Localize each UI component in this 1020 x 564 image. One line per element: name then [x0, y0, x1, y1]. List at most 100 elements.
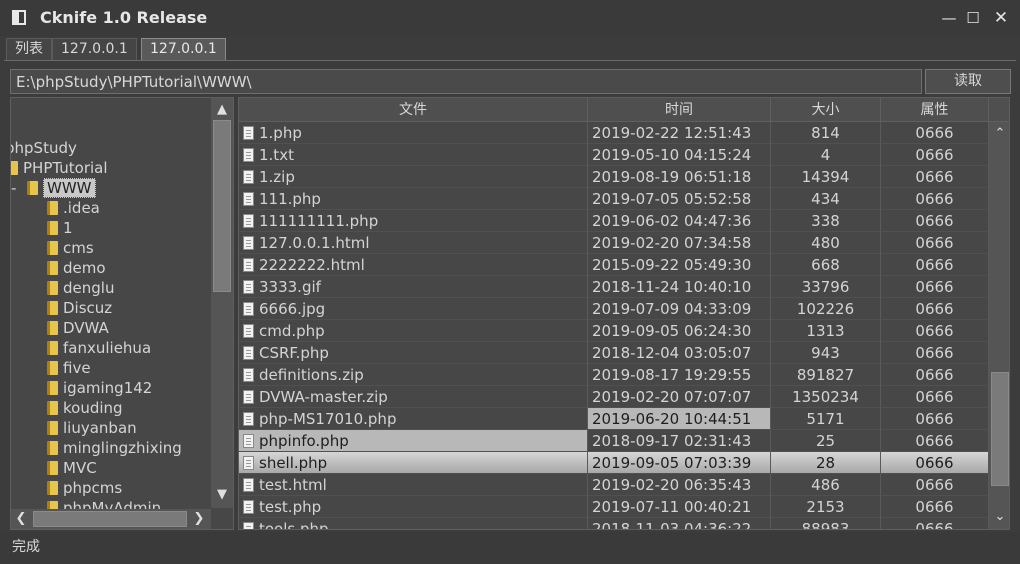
file-name-cell[interactable]: 1.php [239, 122, 588, 144]
column-header-size[interactable]: 大小 [771, 98, 881, 122]
tree-horizontal-scrollbar[interactable]: ❮ ❯ [11, 509, 211, 529]
file-time-cell[interactable]: 2018-09-17 02:31:43 [588, 430, 771, 452]
file-name-cell[interactable]: 1.txt [239, 144, 588, 166]
file-name-cell[interactable]: CSRF.php [239, 342, 588, 364]
file-name-cell[interactable]: 1.zip [239, 166, 588, 188]
file-time-cell[interactable]: 2018-12-04 03:05:07 [588, 342, 771, 364]
collapse-icon[interactable]: - [11, 178, 27, 198]
file-size-cell[interactable]: 28 [771, 452, 881, 474]
file-size-cell[interactable]: 943 [771, 342, 881, 364]
scroll-left-icon[interactable]: ❮ [11, 509, 31, 529]
tree-item[interactable]: liuyanban [47, 418, 137, 438]
table-row[interactable]: 111.php 2019-07-05 05:52:58 434 0666 [239, 188, 989, 210]
table-row[interactable]: 1.zip 2019-08-19 06:51:18 14394 0666 [239, 166, 989, 188]
file-size-cell[interactable]: 891827 [771, 364, 881, 386]
tab-host-1[interactable]: 127.0.0.1 [52, 38, 137, 60]
tree-vertical-scroll-thumb[interactable] [213, 120, 231, 292]
tree-item[interactable]: .idea [47, 198, 100, 218]
file-name-cell[interactable]: php-MS17010.php [239, 408, 588, 430]
table-row[interactable]: 1.txt 2019-05-10 04:15:24 4 0666 [239, 144, 989, 166]
file-time-cell[interactable]: 2019-02-22 12:51:43 [588, 122, 771, 144]
file-time-cell[interactable]: 2019-08-19 06:51:18 [588, 166, 771, 188]
file-size-cell[interactable]: 434 [771, 188, 881, 210]
file-time-cell[interactable]: 2019-09-05 06:24:30 [588, 320, 771, 342]
table-row[interactable]: 111111111.php 2019-06-02 04:47:36 338 0666 [239, 210, 989, 232]
file-time-cell[interactable]: 2019-02-20 07:07:07 [588, 386, 771, 408]
file-attr-cell[interactable]: 0666 [881, 166, 989, 188]
file-size-cell[interactable]: 88983 [771, 518, 881, 529]
column-header-time[interactable]: 时间 [588, 98, 771, 122]
tree-item-www[interactable]: - WWW [11, 178, 96, 198]
file-size-cell[interactable]: 486 [771, 474, 881, 496]
file-name-cell[interactable]: test.php [239, 496, 588, 518]
file-size-cell[interactable]: 25 [771, 430, 881, 452]
table-row[interactable]: 127.0.0.1.html 2019-02-20 07:34:58 480 0666 [239, 232, 989, 254]
close-icon[interactable]: ✕ [990, 8, 1012, 28]
file-attr-cell[interactable]: 0666 [881, 298, 989, 320]
file-time-cell[interactable]: 2018-11-03 04:36:22 [588, 518, 771, 529]
file-attr-cell[interactable]: 0666 [881, 144, 989, 166]
table-row[interactable]: shell.php 2019-09-05 07:03:39 28 0666 [239, 452, 989, 474]
file-attr-cell[interactable]: 0666 [881, 342, 989, 364]
tree-item[interactable]: Discuz [47, 298, 112, 318]
table-row[interactable]: phpinfo.php 2018-09-17 02:31:43 25 0666 [239, 430, 989, 452]
file-time-cell[interactable]: 2015-09-22 05:49:30 [588, 254, 771, 276]
table-row[interactable]: cmd.php 2019-09-05 06:24:30 1313 0666 [239, 320, 989, 342]
file-attr-cell[interactable]: 0666 [881, 320, 989, 342]
file-attr-cell[interactable]: 0666 [881, 276, 989, 298]
file-size-cell[interactable]: 480 [771, 232, 881, 254]
table-row[interactable]: CSRF.php 2018-12-04 03:05:07 943 0666 [239, 342, 989, 364]
file-size-cell[interactable]: 4 [771, 144, 881, 166]
file-attr-cell[interactable]: 0666 [881, 210, 989, 232]
file-time-cell[interactable]: 2019-02-20 06:35:43 [588, 474, 771, 496]
table-row[interactable]: test.php 2019-07-11 00:40:21 2153 0666 [239, 496, 989, 518]
file-attr-cell[interactable]: 0666 [881, 452, 989, 474]
file-time-cell[interactable]: 2019-07-09 04:33:09 [588, 298, 771, 320]
tree-item[interactable]: 1 [47, 218, 73, 238]
file-size-cell[interactable]: 338 [771, 210, 881, 232]
file-name-cell[interactable]: tools.php [239, 518, 588, 529]
tree-item[interactable]: igaming142 [47, 378, 152, 398]
file-attr-cell[interactable]: 0666 [881, 122, 989, 144]
table-row[interactable]: 1.php 2019-02-22 12:51:43 814 0666 [239, 122, 989, 144]
file-name-cell[interactable]: DVWA-master.zip [239, 386, 588, 408]
file-time-cell[interactable]: 2019-02-20 07:34:58 [588, 232, 771, 254]
file-name-cell[interactable]: 6666.jpg [239, 298, 588, 320]
file-time-cell[interactable]: 2019-06-02 04:47:36 [588, 210, 771, 232]
file-name-cell[interactable]: 111.php [239, 188, 588, 210]
tree-item[interactable]: DVWA [47, 318, 109, 338]
file-time-cell[interactable]: 2019-05-10 04:15:24 [588, 144, 771, 166]
file-size-cell[interactable]: 102226 [771, 298, 881, 320]
table-vertical-scrollbar[interactable]: ⌃ ⌄ [989, 122, 1009, 529]
tree-item-phpstudy[interactable]: phpStudy [11, 138, 77, 158]
tab-list[interactable]: 列表 [6, 38, 52, 60]
table-row[interactable]: definitions.zip 2019-08-17 19:29:55 891827… [239, 364, 989, 386]
scroll-right-icon[interactable]: ❯ [189, 509, 209, 529]
table-row[interactable]: 3333.gif 2018-11-24 10:40:10 33796 0666 [239, 276, 989, 298]
table-row[interactable]: 2222222.html 2015-09-22 05:49:30 668 0666 [239, 254, 989, 276]
file-name-cell[interactable]: shell.php [239, 452, 588, 474]
file-name-cell[interactable]: phpinfo.php [239, 430, 588, 452]
file-attr-cell[interactable]: 0666 [881, 408, 989, 430]
file-size-cell[interactable]: 33796 [771, 276, 881, 298]
file-attr-cell[interactable]: 0666 [881, 232, 989, 254]
file-name-cell[interactable]: 3333.gif [239, 276, 588, 298]
scroll-down-icon[interactable]: ⌄ [990, 507, 1009, 527]
file-size-cell[interactable]: 14394 [771, 166, 881, 188]
tree-item[interactable]: demo [47, 258, 106, 278]
tree-item[interactable]: fanxuliehua [47, 338, 151, 358]
table-vertical-scroll-thumb[interactable] [991, 372, 1009, 486]
file-attr-cell[interactable]: 0666 [881, 364, 989, 386]
file-name-cell[interactable]: cmd.php [239, 320, 588, 342]
file-size-cell[interactable]: 1313 [771, 320, 881, 342]
file-time-cell[interactable]: 2019-08-17 19:29:55 [588, 364, 771, 386]
tree-item[interactable]: five [47, 358, 91, 378]
maximize-icon[interactable]: ☐ [962, 8, 984, 28]
file-size-cell[interactable]: 814 [771, 122, 881, 144]
column-header-name[interactable]: 文件 [239, 98, 588, 122]
tree-item[interactable]: kouding [47, 398, 123, 418]
file-attr-cell[interactable]: 0666 [881, 496, 989, 518]
file-time-cell[interactable]: 2018-11-24 10:40:10 [588, 276, 771, 298]
minimize-icon[interactable]: — [938, 8, 960, 28]
file-attr-cell[interactable]: 0666 [881, 430, 989, 452]
